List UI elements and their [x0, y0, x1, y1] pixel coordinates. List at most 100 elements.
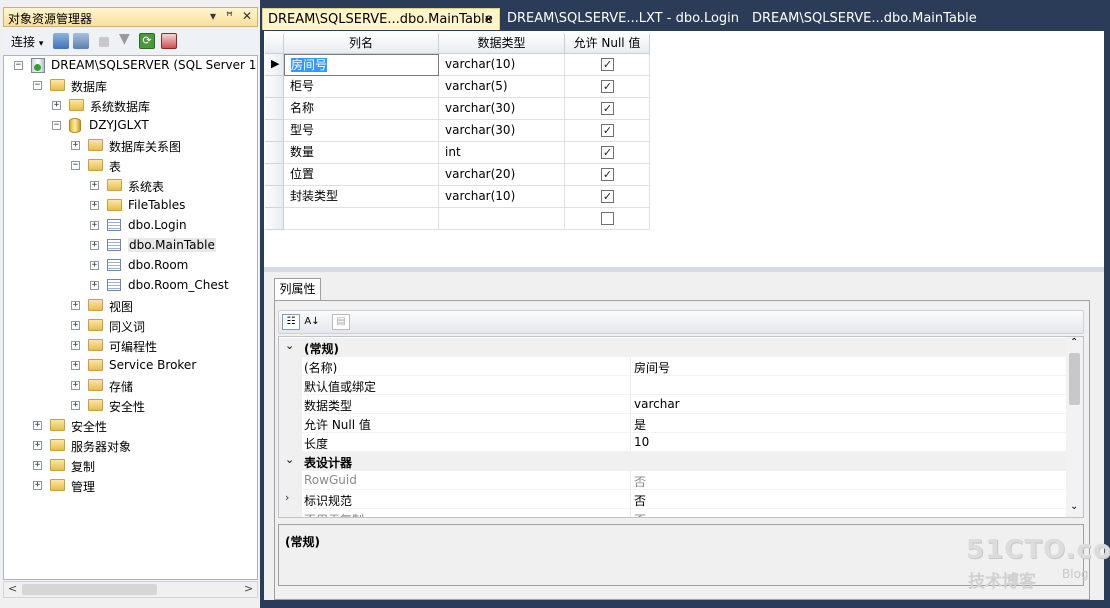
close-icon[interactable]: ✕ — [484, 9, 493, 31]
column-name-cell[interactable]: 房间号 — [284, 54, 439, 76]
row-selector[interactable]: ▶ — [265, 54, 284, 76]
property-value[interactable]: 否 — [634, 511, 646, 517]
vertical-scrollbar[interactable]: ⌃ ⌄ — [1066, 337, 1083, 517]
allow-null-checkbox[interactable]: ✓ — [601, 168, 614, 181]
filter-icon[interactable]: ▼ — [119, 32, 135, 48]
scroll-thumb[interactable] — [22, 584, 157, 595]
data-type-cell[interactable]: varchar(30) — [439, 98, 565, 120]
data-type-cell[interactable]: varchar(10) — [439, 54, 565, 76]
tab-main-table[interactable]: DREAM\SQLSERVE...dbo.MainTable — [752, 8, 977, 30]
property-value[interactable]: 10 — [634, 435, 649, 449]
collapse-icon[interactable]: − — [33, 81, 42, 90]
expand-icon[interactable]: + — [33, 441, 42, 450]
property-row[interactable]: 不用于复制 否 — [279, 509, 1067, 517]
expand-icon[interactable]: + — [33, 481, 42, 490]
property-row[interactable]: (名称) 房间号 — [279, 357, 1067, 376]
column-name-cell[interactable]: 柜号 — [284, 76, 439, 98]
collapse-icon[interactable]: ⌄ — [285, 453, 294, 466]
property-value[interactable]: varchar — [634, 397, 680, 411]
expand-icon[interactable]: + — [71, 341, 80, 350]
data-type-cell[interactable]: varchar(10) — [439, 186, 565, 208]
expand-icon[interactable]: + — [90, 241, 99, 250]
row-selector[interactable] — [265, 76, 284, 98]
allow-null-checkbox[interactable]: ✓ — [601, 102, 614, 115]
stop-icon[interactable] — [99, 37, 109, 47]
row-selector[interactable] — [265, 208, 284, 230]
scroll-up-icon[interactable]: ⌃ — [1070, 337, 1078, 348]
property-row[interactable]: › 标识规范 否 — [279, 490, 1067, 509]
expand-icon[interactable]: + — [90, 181, 99, 190]
property-row[interactable]: 允许 Null 值 是 — [279, 414, 1067, 433]
expand-icon[interactable]: + — [71, 301, 80, 310]
expand-icon[interactable]: + — [52, 101, 61, 110]
collapse-icon[interactable]: − — [14, 61, 23, 70]
expand-icon[interactable]: + — [71, 321, 80, 330]
row-selector[interactable] — [265, 186, 284, 208]
tab-main-table-design[interactable]: DREAM\SQLSERVE...dbo.MainTable ✕ — [262, 8, 500, 30]
column-name-cell[interactable]: 名称 — [284, 98, 439, 120]
collapse-icon[interactable]: ⌄ — [285, 339, 294, 352]
disconnect-icon[interactable] — [73, 33, 89, 49]
expand-icon[interactable]: › — [285, 491, 289, 504]
connect-button[interactable]: 连接 ▾ — [11, 33, 43, 50]
connect-server-icon[interactable] — [53, 33, 69, 49]
property-value[interactable]: 否 — [634, 473, 646, 490]
scroll-left-icon[interactable]: < — [8, 582, 17, 595]
expand-icon[interactable]: + — [33, 461, 42, 470]
expand-icon[interactable]: + — [71, 401, 80, 410]
property-pages-icon[interactable]: ▤ — [332, 314, 350, 330]
data-type-cell[interactable]: int — [439, 142, 565, 164]
data-type-cell[interactable]: varchar(20) — [439, 164, 565, 186]
data-type-cell[interactable] — [439, 208, 565, 230]
column-name-cell[interactable]: 数量 — [284, 142, 439, 164]
property-value[interactable]: 房间号 — [634, 359, 670, 376]
column-name-cell[interactable]: 型号 — [284, 120, 439, 142]
scroll-down-icon[interactable]: ⌄ — [1070, 501, 1078, 512]
expand-icon[interactable]: + — [71, 361, 80, 370]
property-row[interactable]: 默认值或绑定 — [279, 376, 1067, 395]
refresh-icon[interactable]: ⟳ — [139, 33, 155, 49]
expand-icon[interactable]: + — [90, 201, 99, 210]
property-row[interactable]: 长度 10 — [279, 433, 1067, 452]
alphabetical-sort-icon[interactable]: A↓ — [303, 314, 321, 330]
row-selector[interactable] — [265, 98, 284, 120]
property-category[interactable]: ⌄ (常规) — [279, 338, 1067, 357]
pin-icon[interactable]: ꟸ — [226, 9, 233, 23]
allow-null-checkbox[interactable]: ✓ — [601, 80, 614, 93]
allow-null-checkbox[interactable]: ✓ — [601, 124, 614, 137]
dropdown-arrow-icon[interactable]: ▾ — [210, 9, 216, 23]
tab-column-properties[interactable]: 列属性 — [274, 278, 321, 300]
expand-icon[interactable]: + — [90, 261, 99, 270]
allow-null-checkbox[interactable]: ✓ — [601, 146, 614, 159]
row-selector[interactable] — [265, 164, 284, 186]
expand-icon[interactable]: + — [71, 141, 80, 150]
collapse-icon[interactable]: − — [71, 161, 80, 170]
collapse-icon[interactable]: − — [52, 121, 61, 130]
close-icon[interactable]: ✕ — [242, 9, 252, 23]
data-type-cell[interactable]: varchar(30) — [439, 120, 565, 142]
expand-icon[interactable]: + — [90, 221, 99, 230]
allow-null-checkbox[interactable]: ✓ — [601, 190, 614, 203]
row-selector[interactable] — [265, 120, 284, 142]
property-row[interactable]: RowGuid 否 — [279, 471, 1067, 490]
allow-null-checkbox[interactable] — [601, 212, 614, 225]
tab-login[interactable]: DREAM\SQLSERVE...LXT - dbo.Login — [507, 8, 739, 30]
horizontal-scrollbar[interactable]: < > — [3, 581, 258, 598]
column-name-cell[interactable]: 封装类型 — [284, 186, 439, 208]
categorized-icon[interactable]: ☷ — [282, 314, 300, 330]
expand-icon[interactable]: + — [33, 421, 42, 430]
scroll-right-icon[interactable]: > — [244, 582, 253, 595]
column-name-cell[interactable]: 位置 — [284, 164, 439, 186]
row-selector[interactable] — [265, 142, 284, 164]
property-category[interactable]: ⌄ 表设计器 — [279, 452, 1067, 471]
column-name-cell[interactable] — [284, 208, 439, 230]
scroll-thumb[interactable] — [1069, 353, 1080, 405]
property-value[interactable]: 否 — [634, 492, 646, 509]
property-row[interactable]: 数据类型 varchar — [279, 395, 1067, 414]
data-type-cell[interactable]: varchar(5) — [439, 76, 565, 98]
property-value[interactable]: 是 — [634, 416, 646, 433]
expand-icon[interactable]: + — [71, 381, 80, 390]
allow-null-checkbox[interactable]: ✓ — [601, 58, 614, 71]
expand-icon[interactable]: + — [90, 281, 99, 290]
activity-monitor-icon[interactable] — [161, 33, 177, 49]
